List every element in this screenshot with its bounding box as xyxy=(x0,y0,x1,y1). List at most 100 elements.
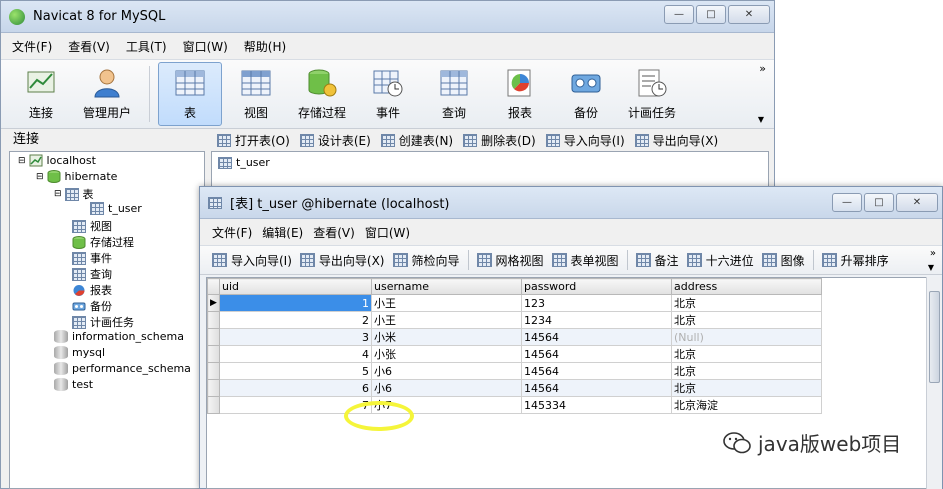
create-table-button[interactable]: 创建表(N) xyxy=(380,132,453,149)
cell-address[interactable]: 北京 xyxy=(671,379,822,397)
collapse-icon[interactable]: ⊟ xyxy=(18,156,26,166)
toolbar-procedure-button[interactable]: 存储过程 xyxy=(290,62,354,126)
cell-uid[interactable]: 6 xyxy=(219,379,372,397)
tree-item-tables[interactable]: ⊟ 表 xyxy=(54,186,94,202)
cell-password[interactable]: 1234 xyxy=(521,311,672,329)
tree-item-backups[interactable]: 备份 xyxy=(72,298,112,314)
close-icon[interactable]: ✕ xyxy=(896,193,938,212)
hex-button[interactable]: 十六进位 xyxy=(686,252,754,269)
collapse-icon[interactable]: ⊟ xyxy=(36,172,44,182)
tree-item-reports[interactable]: 报表 xyxy=(72,282,112,298)
cell-password[interactable]: 123 xyxy=(521,294,672,312)
toolbar-dropdown-icon[interactable]: ▼ xyxy=(758,115,764,124)
cell-password[interactable]: 14564 xyxy=(521,362,672,380)
toolbar-event-button[interactable]: 事件 xyxy=(356,62,420,126)
tree-item-performance-schema[interactable]: performance_schema xyxy=(54,362,191,375)
tree-item-t-user[interactable]: t_user xyxy=(90,202,142,215)
cell-address[interactable]: 北京 xyxy=(671,362,822,380)
menu-window[interactable]: 窗口(W) xyxy=(365,224,410,241)
menu-view[interactable]: 查看(V) xyxy=(313,224,355,241)
scrollbar-thumb[interactable] xyxy=(929,291,940,383)
row-header[interactable] xyxy=(207,362,220,380)
vertical-scrollbar[interactable] xyxy=(926,277,942,489)
menu-file[interactable]: 文件(F) xyxy=(212,224,252,241)
cell-address[interactable]: (Null) xyxy=(671,328,822,346)
toolbar-schedule-button[interactable]: 计画任务 xyxy=(620,62,684,126)
toolbar-query-button[interactable]: 查询 xyxy=(422,62,486,126)
toolbar-more-icon[interactable]: » xyxy=(759,62,766,75)
tree-item-localhost[interactable]: ⊟ localhost xyxy=(18,154,96,167)
cell-address[interactable]: 北京海淀 xyxy=(671,396,822,414)
tree-item-events[interactable]: 事件 xyxy=(72,250,112,266)
toolbar-users-button[interactable]: 管理用户 xyxy=(75,62,139,126)
column-header-password[interactable]: password xyxy=(521,278,672,295)
menu-tools[interactable]: 工具(T) xyxy=(123,36,170,57)
toolbar-report-button[interactable]: 报表 xyxy=(488,62,552,126)
cell-uid[interactable]: 5 xyxy=(219,362,372,380)
tree-item-mysql[interactable]: mysql xyxy=(54,346,105,359)
cell-address[interactable]: 北京 xyxy=(671,294,822,312)
tree-item-schedules[interactable]: 计画任务 xyxy=(72,314,134,330)
memo-button[interactable]: 备注 xyxy=(635,252,679,269)
import-wizard-button[interactable]: 导入向导(I) xyxy=(545,132,625,149)
cell-password[interactable]: 14564 xyxy=(521,345,672,363)
cell-password[interactable]: 14564 xyxy=(521,379,672,397)
table-row[interactable]: 4 小张 14564 北京 xyxy=(207,345,822,363)
cell-username[interactable]: 小6 xyxy=(371,379,522,397)
menu-window[interactable]: 窗口(W) xyxy=(180,36,231,57)
cell-username[interactable]: 小王 xyxy=(371,311,522,329)
tree-item-queries[interactable]: 查询 xyxy=(72,266,112,282)
export-wizard-button[interactable]: 导出向导(X) xyxy=(634,132,718,149)
menu-help[interactable]: 帮助(H) xyxy=(241,36,289,57)
import-wizard-button[interactable]: 导入向导(I) xyxy=(212,252,292,269)
toolbar-dropdown-icon[interactable]: ▼ xyxy=(928,263,934,272)
tree-item-views[interactable]: 视图 xyxy=(72,218,112,234)
cell-address[interactable]: 北京 xyxy=(671,311,822,329)
grid-view-button[interactable]: 网格视图 xyxy=(476,252,544,269)
filter-wizard-button[interactable]: 筛检向导 xyxy=(392,252,460,269)
tree-item-procedures[interactable]: 存储过程 xyxy=(72,234,134,250)
menu-file[interactable]: 文件(F) xyxy=(9,36,55,57)
table-row[interactable]: 7 小7 145334 北京海淀 xyxy=(207,396,822,414)
cell-username[interactable]: 小王 xyxy=(371,294,522,312)
menu-view[interactable]: 查看(V) xyxy=(65,36,113,57)
table-row[interactable]: ▶ 1 小王 123 北京 xyxy=(207,294,822,312)
minimize-icon[interactable]: — xyxy=(664,5,694,24)
row-header[interactable] xyxy=(207,379,220,397)
object-item-t-user[interactable]: t_user xyxy=(218,156,270,169)
menu-edit[interactable]: 编辑(E) xyxy=(262,224,303,241)
collapse-icon[interactable]: ⊟ xyxy=(54,189,62,199)
toolbar-table-button[interactable]: 表 xyxy=(158,62,222,126)
maximize-icon[interactable]: □ xyxy=(864,193,894,212)
export-wizard-button[interactable]: 导出向导(X) xyxy=(299,252,385,269)
row-header[interactable] xyxy=(207,328,220,346)
tree-item-information-schema[interactable]: information_schema xyxy=(54,330,184,343)
table-row[interactable]: 6 小6 14564 北京 xyxy=(207,379,822,397)
cell-uid[interactable]: 3 xyxy=(219,328,372,346)
row-header[interactable] xyxy=(207,345,220,363)
row-header[interactable] xyxy=(207,396,220,414)
cell-username[interactable]: 小6 xyxy=(371,362,522,380)
image-button[interactable]: 图像 xyxy=(761,252,805,269)
row-header[interactable] xyxy=(207,311,220,329)
close-icon[interactable]: ✕ xyxy=(728,5,770,24)
cell-username[interactable]: 小张 xyxy=(371,345,522,363)
minimize-icon[interactable]: — xyxy=(832,193,862,212)
design-table-button[interactable]: 设计表(E) xyxy=(299,132,371,149)
table-row[interactable]: 2 小王 1234 北京 xyxy=(207,311,822,329)
cell-uid[interactable]: 2 xyxy=(219,311,372,329)
tree-item-test[interactable]: test xyxy=(54,378,93,391)
cell-uid[interactable]: 4 xyxy=(219,345,372,363)
maximize-icon[interactable]: □ xyxy=(696,5,726,24)
cell-address[interactable]: 北京 xyxy=(671,345,822,363)
cell-password[interactable]: 14564 xyxy=(521,328,672,346)
current-row-indicator[interactable]: ▶ xyxy=(207,294,220,312)
column-header-address[interactable]: address xyxy=(671,278,822,295)
toolbar-backup-button[interactable]: 备份 xyxy=(554,62,618,126)
column-header-uid[interactable]: uid xyxy=(219,278,372,295)
table-row[interactable]: 5 小6 14564 北京 xyxy=(207,362,822,380)
toolbar-connect-button[interactable]: 连接 xyxy=(9,62,73,126)
form-view-button[interactable]: 表单视图 xyxy=(551,252,619,269)
sort-ascending-button[interactable]: 升幂排序 xyxy=(821,252,889,269)
toolbar-view-button[interactable]: 视图 xyxy=(224,62,288,126)
